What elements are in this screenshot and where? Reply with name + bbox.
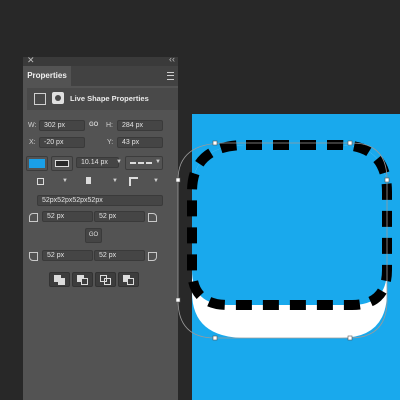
width-field[interactable]: 302 px — [39, 120, 85, 131]
dashed-line-icon — [130, 162, 152, 164]
stroke-align-dropdown[interactable]: ▼ — [26, 175, 71, 187]
stroke-join-icon — [129, 177, 138, 186]
close-icon[interactable]: ✕ — [27, 55, 35, 66]
top-right-radius-field[interactable]: 52 px — [94, 211, 145, 222]
shape-properties-icon[interactable] — [34, 93, 46, 105]
combine-icon-b — [58, 278, 65, 285]
intersect-icon-b — [104, 278, 111, 285]
bottom-right-corner-icon — [148, 252, 157, 261]
bottom-left-radius-field[interactable]: 52 px — [42, 250, 93, 261]
intersect-shapes-button[interactable] — [95, 272, 116, 287]
stroke-width-field[interactable]: 10.14 px — [76, 157, 119, 168]
section-header: Live Shape Properties — [27, 88, 178, 110]
mask-properties-icon[interactable] — [52, 92, 64, 104]
bottom-right-radius-field[interactable]: 52 px — [94, 250, 145, 261]
stroke-width-dropdown-icon[interactable]: ▼ — [116, 159, 122, 165]
link-dimensions-icon[interactable]: GO — [89, 122, 98, 128]
stroke-style-dropdown[interactable]: ▼ — [125, 156, 163, 170]
document-canvas[interactable] — [192, 114, 400, 400]
combine-shapes-button[interactable] — [49, 272, 70, 287]
y-field[interactable]: 43 px — [117, 137, 163, 148]
stroke-cap-dropdown[interactable]: ▼ — [75, 175, 122, 187]
top-left-radius-field[interactable]: 52 px — [42, 211, 93, 222]
stroke-swatch-icon — [55, 160, 69, 167]
stroke-cap-icon — [86, 177, 91, 184]
exclude-overlap-button[interactable] — [118, 272, 139, 287]
subtract-shape-button[interactable] — [72, 272, 93, 287]
fill-swatch-button[interactable] — [26, 156, 48, 171]
chevron-down-icon: ▼ — [153, 178, 159, 184]
x-field[interactable]: -20 px — [39, 137, 85, 148]
collapse-icon[interactable]: ‹‹ — [169, 54, 175, 64]
exclude-icon-b — [127, 278, 134, 285]
bottom-left-corner-icon — [29, 252, 38, 261]
height-label: H: — [106, 122, 113, 129]
panel-menu-icon[interactable] — [167, 72, 174, 80]
chevron-down-icon: ▼ — [155, 159, 161, 165]
subtract-icon-b — [81, 278, 88, 285]
properties-panel: Properties Live Shape Properties W: 302 … — [23, 66, 178, 400]
corner-radii-field[interactable]: 52px52px52px52px — [37, 195, 163, 206]
chevron-down-icon: ▼ — [112, 178, 118, 184]
link-radii-button[interactable]: GO — [85, 228, 102, 243]
panel-title-bar: ✕ ‹‹ — [23, 54, 178, 66]
section-title: Live Shape Properties — [70, 94, 149, 103]
height-field[interactable]: 284 px — [117, 120, 163, 131]
width-label: W: — [28, 122, 37, 129]
x-label: X: — [29, 139, 36, 146]
panel-tab-row: Properties — [23, 66, 178, 86]
top-left-corner-icon — [29, 213, 38, 222]
top-right-corner-icon — [148, 213, 157, 222]
stroke-join-dropdown[interactable]: ▼ — [125, 175, 161, 187]
stroke-align-icon — [37, 178, 44, 185]
y-label: Y: — [107, 139, 114, 146]
chevron-down-icon: ▼ — [62, 178, 68, 184]
fill-color-swatch — [29, 159, 45, 168]
tab-properties[interactable]: Properties — [23, 66, 71, 86]
stroke-swatch-button[interactable] — [51, 156, 73, 171]
